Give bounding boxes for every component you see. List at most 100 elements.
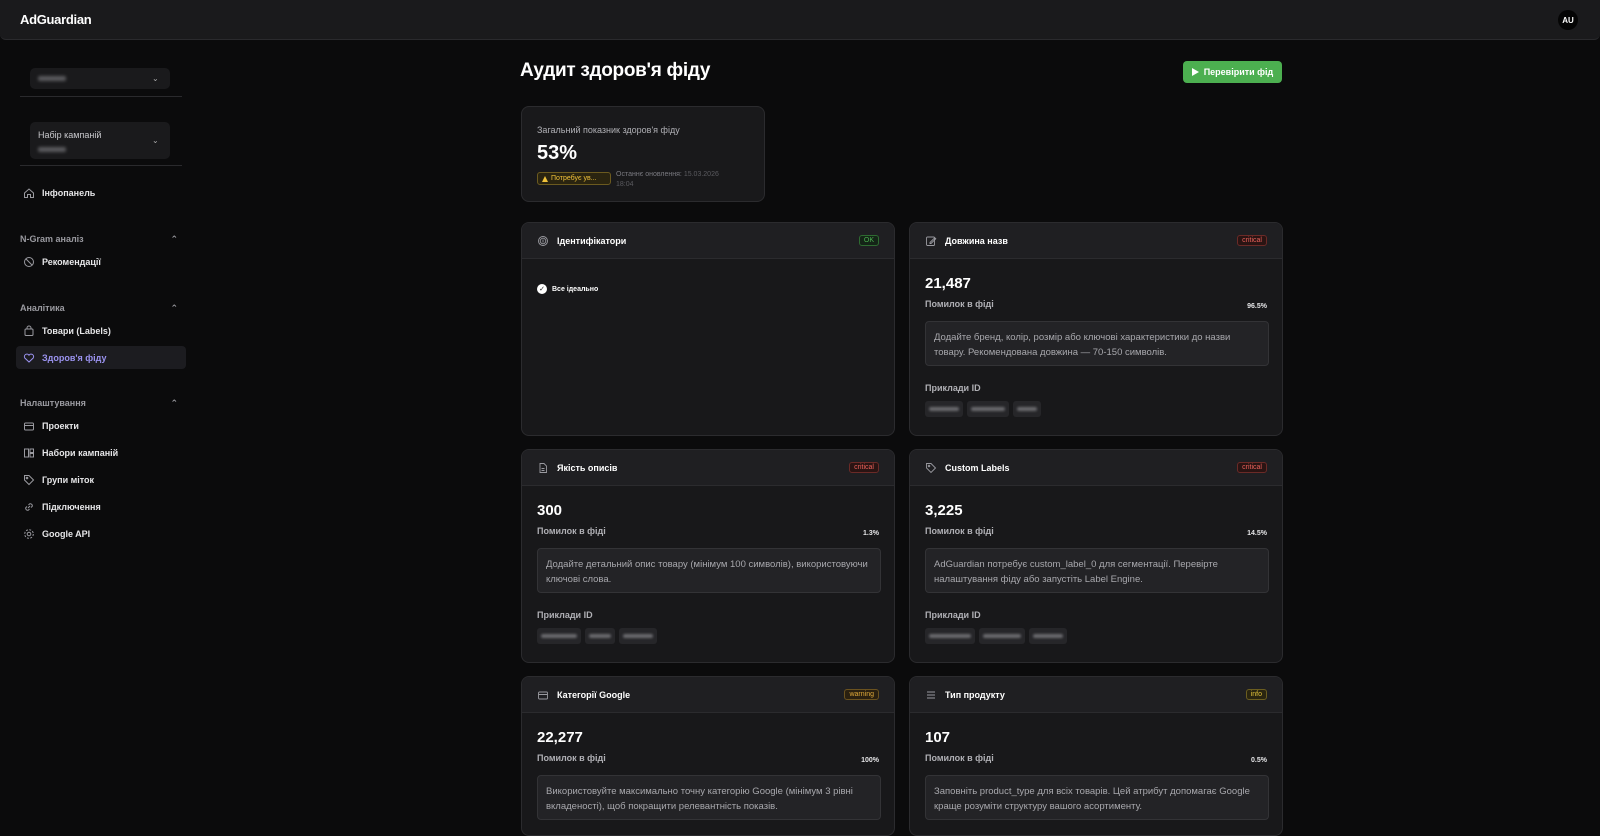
sidebar-item-recommendations[interactable]: Рекомендації bbox=[16, 250, 186, 273]
last-update: Останнє оновлення: 15.03.2026 18:04 bbox=[616, 170, 746, 190]
example-id-chip[interactable] bbox=[537, 628, 581, 644]
check-card-product-type: Тип продукту info 107 Помилок в фіді 0.5… bbox=[909, 676, 1283, 836]
health-score-label: Загальний показник здоров'я фіду bbox=[537, 125, 680, 135]
app-logo[interactable]: AdGuardian bbox=[20, 12, 92, 27]
last-update-date: 15.03.2026 bbox=[683, 171, 719, 178]
chevron-up-icon: ⌃ bbox=[170, 398, 178, 408]
all-ok-text: Все ідеально bbox=[552, 285, 599, 293]
sidebar-item-label-groups[interactable]: Групи міток bbox=[16, 468, 186, 491]
example-id-chip[interactable] bbox=[585, 628, 615, 644]
section-settings[interactable]: Налаштування ⌃ bbox=[20, 398, 178, 409]
error-count: 22,277 bbox=[537, 729, 583, 746]
play-icon bbox=[1191, 68, 1199, 76]
chevron-down-icon: ⌄ bbox=[152, 136, 159, 145]
error-count-label: Помилок в фіді bbox=[925, 299, 994, 309]
card-header: Custom Labels critical bbox=[910, 450, 1282, 486]
edit-icon bbox=[925, 235, 937, 247]
status-badge: Потребує ув... bbox=[537, 172, 611, 185]
sidebar-item-products[interactable]: Товари (Labels) bbox=[16, 319, 186, 342]
sidebar-item-feed-health[interactable]: Здоров'я фіду bbox=[16, 346, 186, 369]
example-id-chip[interactable] bbox=[925, 401, 963, 417]
sidebar-item-dashboard[interactable]: Інфопанель bbox=[16, 181, 186, 204]
recommendation-text: Додайте детальний опис товару (мінімум 1… bbox=[537, 548, 881, 593]
page-title: Аудит здоров'я фіду bbox=[520, 60, 711, 81]
sidebar-item-projects[interactable]: Проекти bbox=[16, 414, 186, 437]
tag-icon bbox=[925, 462, 937, 474]
card-title: Категорії Google bbox=[557, 689, 631, 700]
campaign-set-value bbox=[38, 147, 66, 152]
sidebar-item-label: Групи міток bbox=[42, 474, 95, 485]
card-header: Якість описів critical bbox=[522, 450, 894, 486]
check-feed-button[interactable]: Перевірити фід bbox=[1183, 61, 1282, 83]
check-card-identifiers: Ідентифікатори OK ✓ Все ідеально bbox=[521, 222, 895, 436]
section-ngram[interactable]: N-Gram аналіз ⌃ bbox=[20, 234, 178, 245]
sidebar-item-connections[interactable]: Підключення bbox=[16, 495, 186, 518]
section-analytics[interactable]: Аналітика ⌃ bbox=[20, 303, 178, 314]
error-count: 21,487 bbox=[925, 275, 971, 292]
error-count: 107 bbox=[925, 729, 951, 746]
card-title: Тип продукту bbox=[945, 689, 1005, 700]
check-circle-icon: ✓ bbox=[537, 284, 547, 294]
box-icon bbox=[16, 420, 42, 432]
warning-icon bbox=[542, 175, 548, 182]
examples-label: Приклади ID bbox=[925, 383, 981, 393]
user-avatar[interactable]: AU bbox=[1558, 10, 1578, 30]
example-ids bbox=[925, 401, 1041, 417]
status-tag: OK bbox=[858, 235, 879, 246]
error-percent: 96.5% bbox=[1247, 303, 1267, 310]
sidebar-item-campaign-sets[interactable]: Набори кампаній bbox=[16, 441, 186, 464]
error-percent: 14.5% bbox=[1247, 530, 1267, 537]
box-icon bbox=[537, 689, 549, 701]
sidebar-item-label: Google API bbox=[42, 528, 91, 539]
check-feed-label: Перевірити фід bbox=[1203, 67, 1274, 77]
all-ok-message: ✓ Все ідеально bbox=[537, 284, 598, 294]
sidebar-item-label: Інфопанель bbox=[42, 187, 96, 198]
card-title: Custom Labels bbox=[945, 462, 1010, 473]
section-title: Налаштування bbox=[20, 398, 86, 408]
recommendation-text: Додайте бренд, колір, розмір або ключові… bbox=[925, 321, 1269, 366]
status-tag: info bbox=[1245, 689, 1267, 700]
check-card-title-length: Довжина назв critical 21,487 Помилок в ф… bbox=[909, 222, 1283, 436]
example-id-chip[interactable] bbox=[979, 628, 1025, 644]
example-ids bbox=[537, 628, 657, 644]
gear-icon bbox=[16, 528, 42, 540]
sidebar-item-google-api[interactable]: Google API bbox=[16, 522, 186, 545]
check-card-google-categories: Категорії Google warning 22,277 Помилок … bbox=[521, 676, 895, 836]
sidebar: ⌄ Набір кампаній ⌄ Інфопанель N-Gram ана… bbox=[0, 40, 200, 815]
last-update-label: Останнє оновлення: bbox=[616, 171, 682, 178]
error-percent: 100% bbox=[861, 757, 879, 764]
example-id-chip[interactable] bbox=[967, 401, 1009, 417]
examples-label: Приклади ID bbox=[925, 610, 981, 620]
card-header: Тип продукту info bbox=[910, 677, 1282, 713]
error-percent: 1.3% bbox=[863, 530, 879, 537]
grid-icon bbox=[16, 447, 42, 459]
project-select[interactable]: ⌄ bbox=[30, 68, 170, 89]
sidebar-item-label: Набори кампаній bbox=[42, 447, 119, 458]
sidebar-item-label: Товари (Labels) bbox=[42, 325, 111, 336]
sidebar-item-label: Рекомендації bbox=[42, 256, 101, 267]
divider bbox=[20, 96, 182, 97]
ban-icon bbox=[16, 256, 42, 268]
card-header: Ідентифікатори OK bbox=[522, 223, 894, 259]
bag-icon bbox=[16, 325, 42, 337]
health-score-value: 53% bbox=[537, 142, 578, 164]
list-icon bbox=[925, 689, 937, 701]
example-id-chip[interactable] bbox=[925, 628, 975, 644]
example-id-chip[interactable] bbox=[1029, 628, 1067, 644]
card-title: Ідентифікатори bbox=[557, 235, 627, 246]
error-count: 300 bbox=[537, 502, 563, 519]
divider bbox=[20, 165, 182, 166]
example-id-chip[interactable] bbox=[1013, 401, 1041, 417]
recommendation-text: Використовуйте максимально точну категор… bbox=[537, 775, 881, 820]
example-id-chip[interactable] bbox=[619, 628, 657, 644]
tag-icon bbox=[16, 474, 42, 486]
recommendation-text: Заповніть product_type для всіх товарів.… bbox=[925, 775, 1269, 820]
chevron-up-icon: ⌃ bbox=[170, 303, 178, 313]
heart-icon bbox=[16, 352, 42, 364]
error-count: 3,225 bbox=[925, 502, 963, 519]
section-title: Аналітика bbox=[20, 303, 65, 313]
chevron-up-icon: ⌃ bbox=[170, 234, 178, 244]
check-card-custom-labels: Custom Labels critical 3,225 Помилок в ф… bbox=[909, 449, 1283, 663]
document-icon bbox=[537, 462, 549, 474]
campaign-set-select[interactable]: Набір кампаній ⌄ bbox=[30, 122, 170, 159]
